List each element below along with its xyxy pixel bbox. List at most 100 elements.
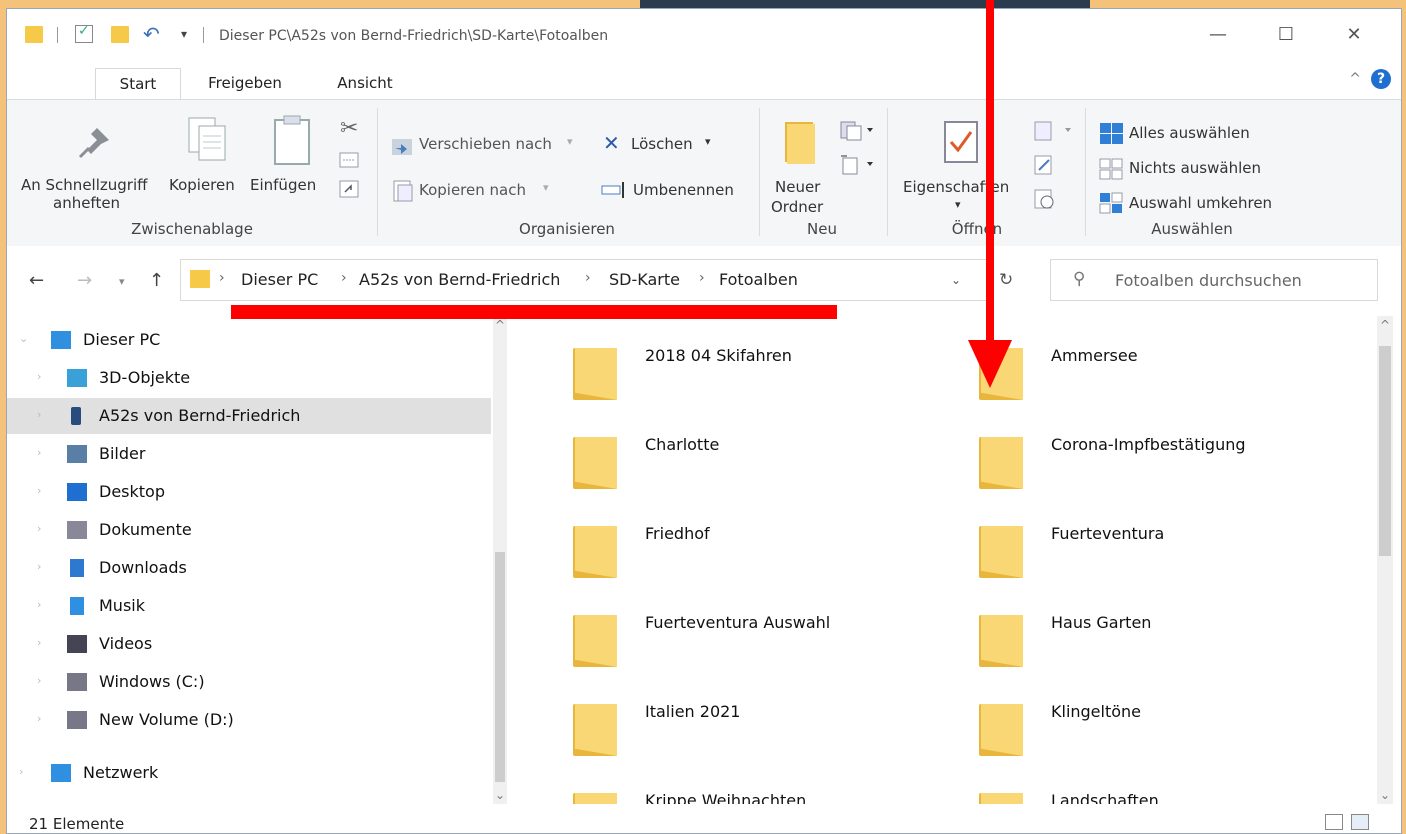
- collapse-chevron-icon[interactable]: ›: [37, 370, 41, 383]
- properties-checkbox-icon[interactable]: [75, 23, 93, 45]
- expand-chevron-icon[interactable]: ⌄: [19, 332, 28, 345]
- crumb-separator: ›: [699, 270, 705, 286]
- maximize-button[interactable]: ☐: [1263, 19, 1309, 49]
- folder-item[interactable]: Charlotte: [573, 417, 973, 497]
- folder-icon: [573, 698, 617, 756]
- crumb-device[interactable]: A52s von Bernd-Friedrich: [359, 270, 560, 289]
- red-underline-annotation: [231, 305, 837, 319]
- nav-item-label: Dokumente: [99, 520, 192, 539]
- nav-item-label: Desktop: [99, 482, 165, 501]
- scroll-down-arrow-icon[interactable]: ⌄: [1380, 788, 1390, 802]
- search-box[interactable]: ⚲ Fotoalben durchsuchen: [1050, 259, 1378, 301]
- address-bar[interactable]: › Dieser PC › A52s von Bernd-Friedrich ›…: [180, 259, 990, 301]
- new-item-icon[interactable]: [839, 120, 875, 142]
- recent-locations-chevron-icon[interactable]: ▾: [119, 275, 125, 288]
- crumb-this-pc[interactable]: Dieser PC: [241, 270, 318, 289]
- folder-name: Ammersee: [1051, 346, 1138, 365]
- easy-access-icon[interactable]: [839, 154, 875, 176]
- collapse-ribbon-icon[interactable]: ^: [1349, 71, 1361, 87]
- folder-item[interactable]: Klingeltöne: [979, 684, 1377, 764]
- phone-icon: [71, 407, 81, 425]
- nav-item[interactable]: › Downloads: [7, 550, 491, 586]
- collapse-chevron-icon[interactable]: ›: [37, 636, 41, 649]
- collapse-chevron-icon[interactable]: ›: [37, 598, 41, 611]
- content-scrollbar[interactable]: ^ ⌄: [1377, 316, 1393, 804]
- history-icon[interactable]: [1033, 188, 1055, 210]
- move-to-dropdown-icon: ▾: [567, 135, 573, 148]
- computer-icon: [51, 331, 71, 349]
- minimize-button[interactable]: —: [1195, 19, 1241, 49]
- status-bar: 21 Elemente: [7, 809, 1401, 833]
- item-count: 21 Elemente: [29, 815, 125, 833]
- folder-item[interactable]: Landschaften: [979, 773, 1377, 804]
- forward-arrow-icon[interactable]: →: [77, 270, 92, 291]
- group-new: Neu: [807, 220, 837, 238]
- music-icon: [70, 597, 84, 615]
- nav-item[interactable]: › Desktop: [7, 474, 491, 510]
- nav-item[interactable]: › Musik: [7, 588, 491, 624]
- folder-item[interactable]: Corona-Impfbestätigung: [979, 417, 1377, 497]
- folder-item[interactable]: Krippe Weihnachten: [573, 773, 973, 804]
- address-dropdown-icon[interactable]: ⌄: [951, 273, 961, 287]
- customize-toolbar-dropdown[interactable]: ▾: [181, 23, 187, 45]
- nav-scroll-thumb[interactable]: [495, 552, 505, 782]
- collapse-chevron-icon[interactable]: ›: [37, 674, 41, 687]
- rename-label: Umbenennen: [633, 181, 734, 199]
- select-none-icon: [1099, 158, 1123, 180]
- new-folder-quick-icon[interactable]: [111, 23, 129, 45]
- nav-item[interactable]: › New Volume (D:): [7, 702, 491, 738]
- nav-item[interactable]: › A52s von Bernd-Friedrich: [7, 398, 491, 434]
- folder-item[interactable]: Fuerteventura Auswahl: [573, 595, 973, 675]
- nav-item[interactable]: › Dokumente: [7, 512, 491, 548]
- nav-item[interactable]: ⌄ Dieser PC: [7, 322, 491, 358]
- cut-icon[interactable]: ✂: [340, 116, 358, 141]
- nav-item-label: Windows (C:): [99, 672, 205, 691]
- nav-item[interactable]: › Videos: [7, 626, 491, 662]
- tab-view[interactable]: Ansicht: [325, 68, 405, 98]
- collapse-chevron-icon[interactable]: ›: [37, 408, 41, 421]
- folder-item[interactable]: Friedhof: [573, 506, 973, 586]
- crumb-photo-albums[interactable]: Fotoalben: [719, 270, 798, 289]
- folder-item[interactable]: Fuerteventura: [979, 506, 1377, 586]
- copy-path-icon[interactable]: [339, 152, 359, 168]
- folder-item[interactable]: Haus Garten: [979, 595, 1377, 675]
- scroll-down-arrow-icon[interactable]: ⌄: [495, 788, 505, 802]
- content-scroll-thumb[interactable]: [1379, 346, 1391, 556]
- nav-item[interactable]: › Bilder: [7, 436, 491, 472]
- crumb-sd-card[interactable]: SD-Karte: [609, 270, 680, 289]
- undo-icon[interactable]: ↶: [143, 22, 160, 46]
- title-bar: ↶ ▾ Dieser PC\A52s von Bernd-Friedrich\S…: [7, 9, 1401, 59]
- tab-share[interactable]: Freigeben: [195, 68, 295, 98]
- folder-item[interactable]: Ammersee: [979, 328, 1377, 408]
- nav-item-label: Downloads: [99, 558, 187, 577]
- nav-item-label: New Volume (D:): [99, 710, 234, 729]
- collapse-chevron-icon[interactable]: ›: [37, 522, 41, 535]
- folder-item[interactable]: 2018 04 Skifahren: [573, 328, 973, 408]
- search-input[interactable]: Fotoalben durchsuchen: [1115, 271, 1302, 290]
- paste-shortcut-icon[interactable]: [339, 180, 359, 198]
- help-icon[interactable]: ?: [1371, 69, 1391, 89]
- nav-item[interactable]: › 3D-Objekte: [7, 360, 491, 396]
- back-arrow-icon[interactable]: ←: [29, 270, 44, 291]
- collapse-chevron-icon[interactable]: ›: [37, 484, 41, 497]
- details-view-icon[interactable]: [1325, 814, 1343, 830]
- refresh-icon[interactable]: ↻: [999, 270, 1013, 290]
- up-arrow-icon[interactable]: ↑: [149, 270, 164, 291]
- collapse-chevron-icon[interactable]: ›: [37, 446, 41, 459]
- open-icon[interactable]: [1033, 120, 1077, 142]
- collapse-chevron-icon[interactable]: ›: [19, 765, 23, 778]
- collapse-chevron-icon[interactable]: ›: [37, 560, 41, 573]
- tab-start[interactable]: Start: [95, 68, 181, 99]
- nav-scrollbar[interactable]: ^ ⌄: [493, 316, 507, 804]
- close-button[interactable]: ✕: [1331, 19, 1377, 49]
- copy-icon: [188, 117, 226, 161]
- nav-item[interactable]: › Netzwerk: [7, 755, 491, 791]
- scroll-up-arrow-icon[interactable]: ^: [1380, 318, 1390, 332]
- folder-name: 2018 04 Skifahren: [645, 346, 792, 365]
- folder-item[interactable]: Italien 2021: [573, 684, 973, 764]
- large-icons-view-icon[interactable]: [1351, 814, 1369, 830]
- nav-item[interactable]: › Windows (C:): [7, 664, 491, 700]
- edit-icon[interactable]: [1033, 154, 1055, 176]
- collapse-chevron-icon[interactable]: ›: [37, 712, 41, 725]
- scroll-up-arrow-icon[interactable]: ^: [495, 318, 505, 332]
